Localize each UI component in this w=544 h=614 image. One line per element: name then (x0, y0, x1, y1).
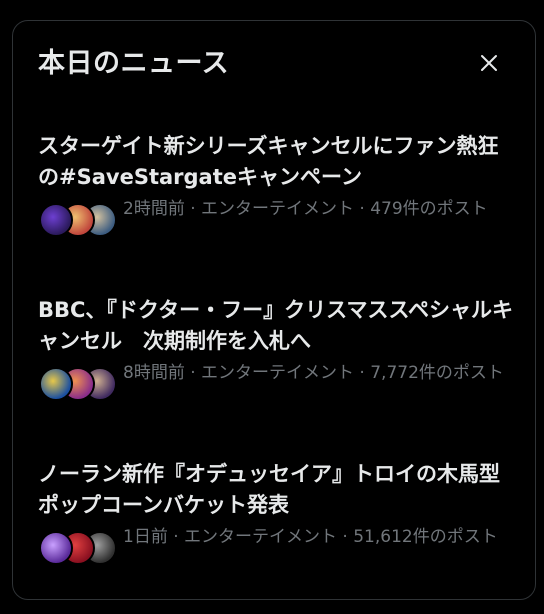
tardis-avatar (39, 367, 73, 401)
channel-avatar (39, 531, 73, 565)
avatar-stack (39, 203, 117, 237)
news-title: BBC、『ドクター・フー』クリスマススペシャルキャンセル 次期制作を入札へ (38, 298, 513, 353)
avatar-stack (39, 531, 117, 565)
stargate-avatar (39, 203, 73, 237)
close-button[interactable] (467, 45, 511, 81)
news-item-odyssey[interactable]: ノーラン新作『オデュッセイア』トロイの木馬型ポップコーンバケット発表 1日前 ·… (13, 459, 535, 599)
news-title: ノーラン新作『オデュッセイア』トロイの木馬型ポップコーンバケット発表 (38, 462, 500, 517)
news-meta: 2時間前 · エンターテイメント · 479件のポスト (123, 199, 488, 219)
panel-title: 本日のニュース (38, 48, 230, 79)
avatar-stack (39, 367, 117, 401)
news-meta: 1日前 · エンターテイメント · 51,612件のポスト (123, 527, 498, 547)
news-meta: 8時間前 · エンターテイメント · 7,772件のポスト (123, 363, 504, 383)
news-item-doctor-who[interactable]: BBC、『ドクター・フー』クリスマススペシャルキャンセル 次期制作を入札へ 8時… (13, 295, 535, 435)
news-title: スターゲイト新シリーズキャンセルにファン熱狂の#SaveStargateキャンペ… (38, 134, 499, 189)
news-item-stargate[interactable]: スターゲイト新シリーズキャンセルにファン熱狂の#SaveStargateキャンペ… (13, 131, 535, 271)
news-panel: 本日のニュース スターゲイト新シリーズキャンセルにファン熱狂の#SaveStar… (12, 20, 536, 600)
close-icon (481, 55, 497, 71)
